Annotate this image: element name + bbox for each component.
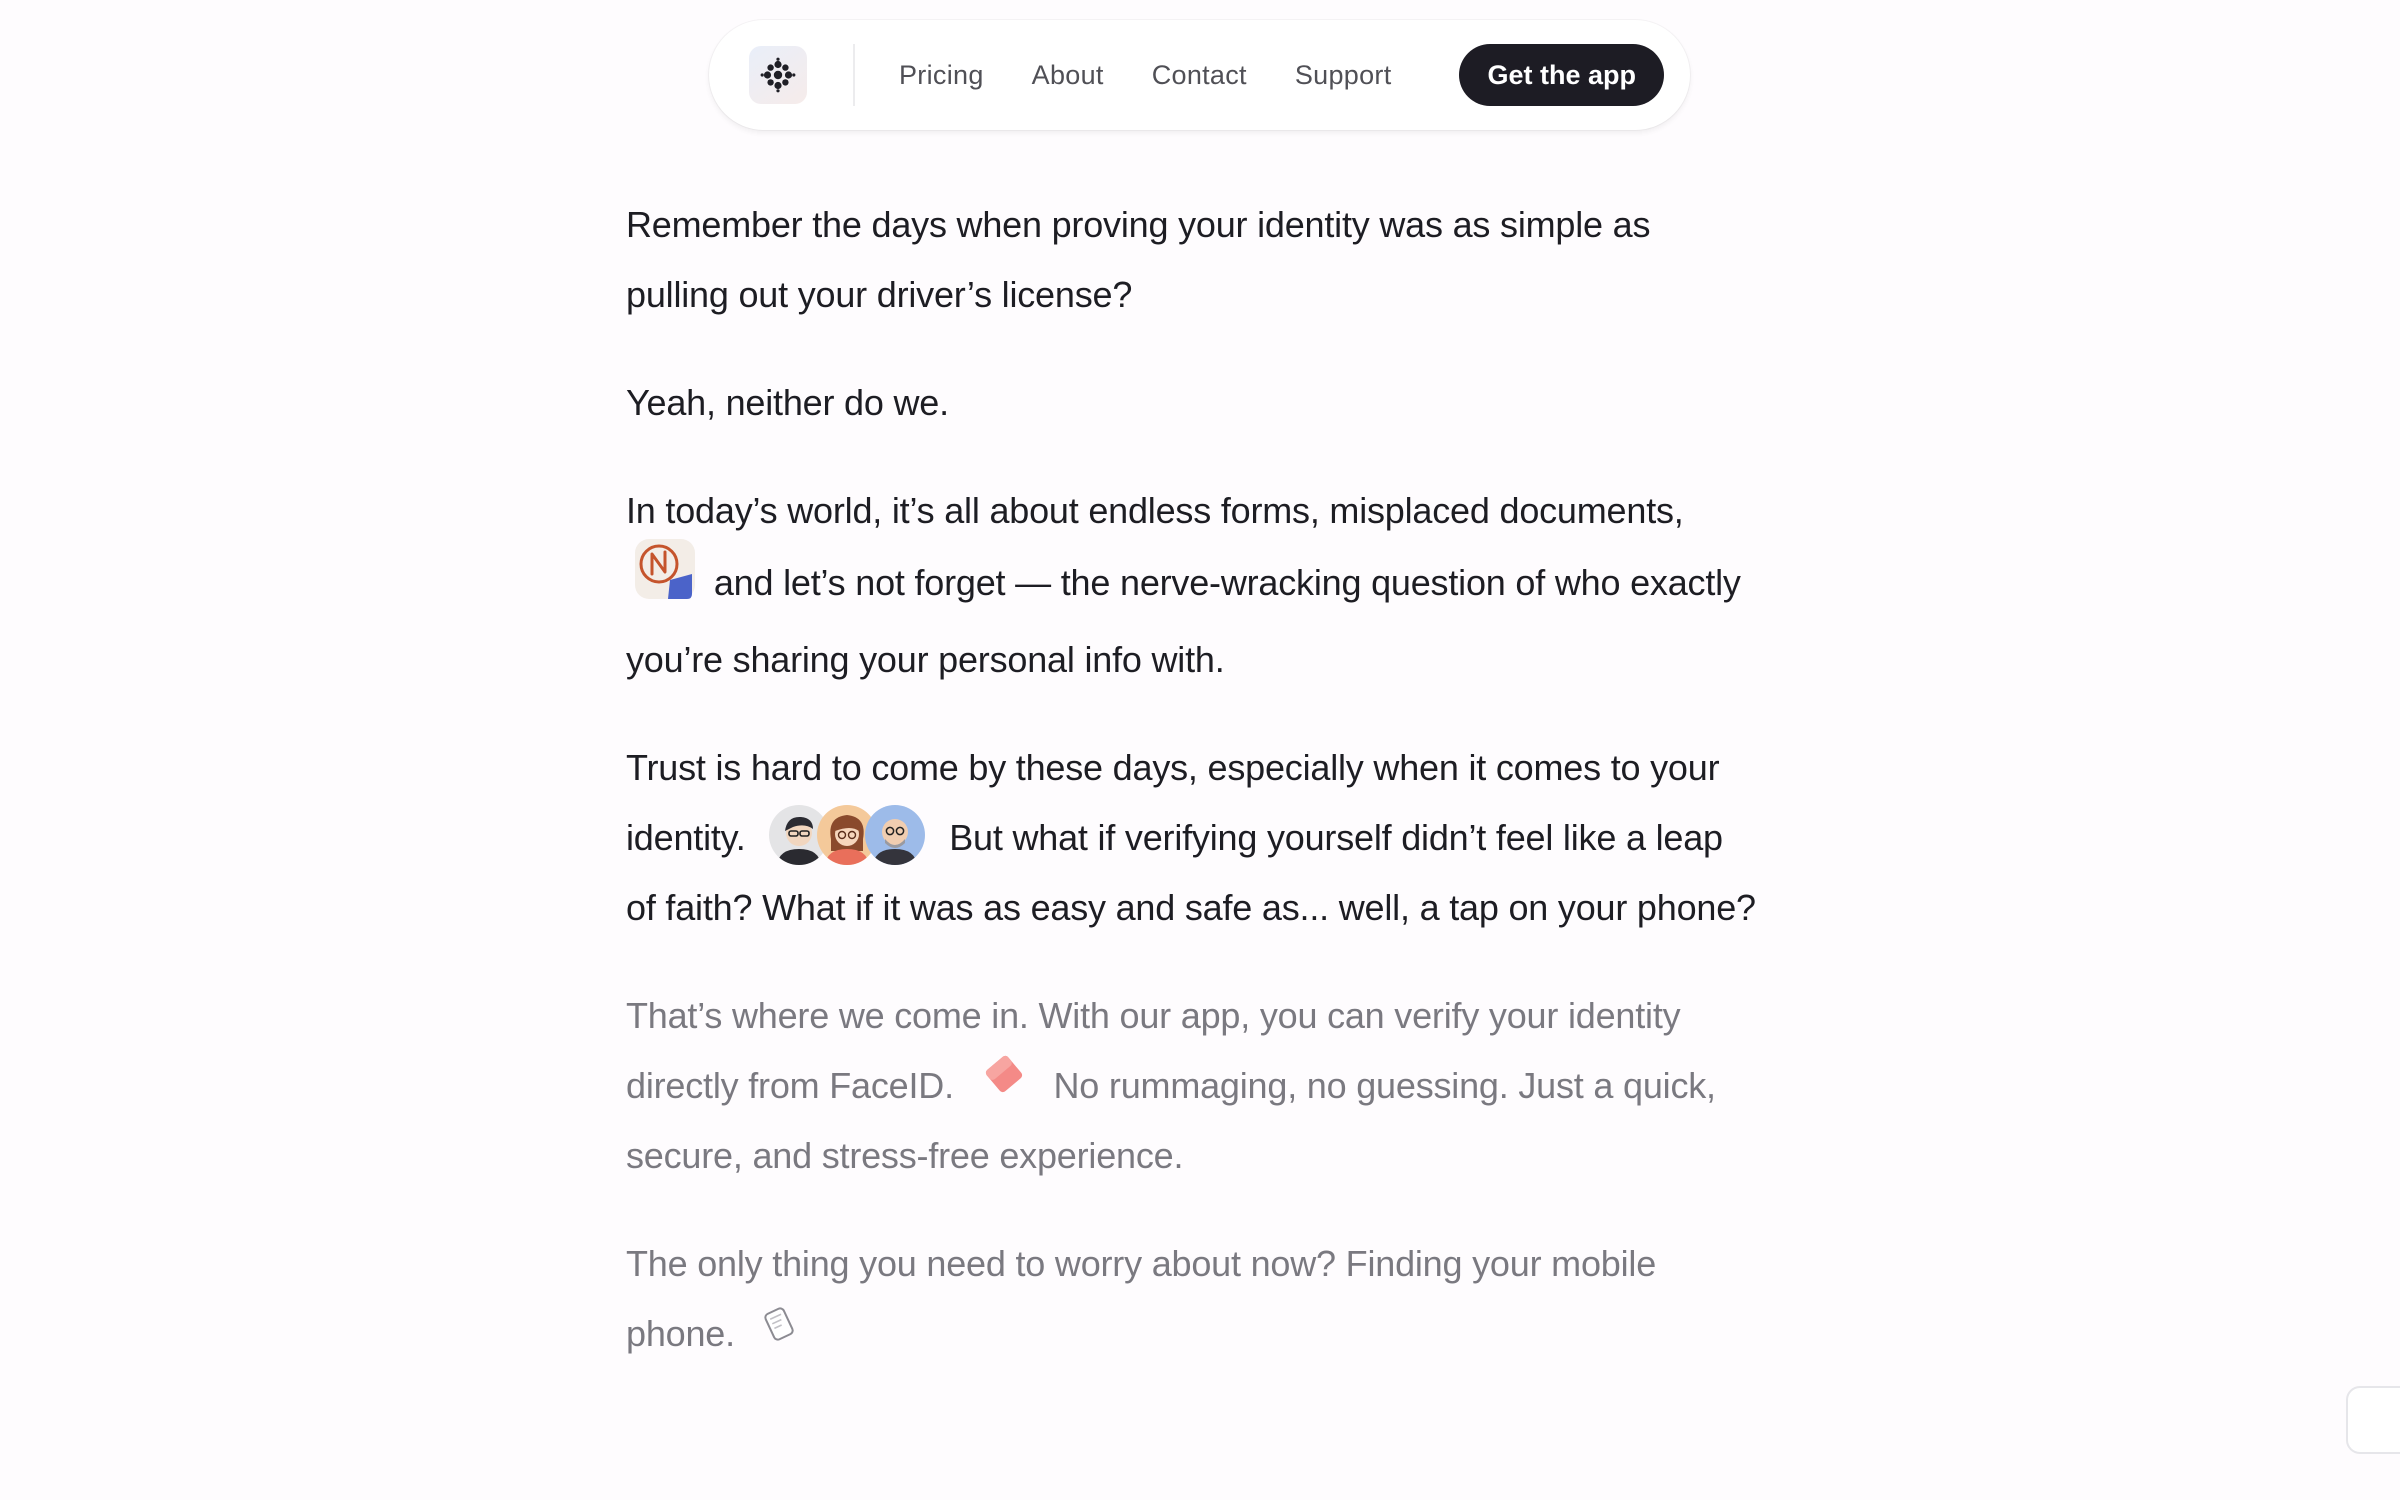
nav-link-contact[interactable]: Contact xyxy=(1152,60,1247,91)
corner-widget-button[interactable] xyxy=(2346,1386,2400,1454)
top-nav: Pricing About Contact Support Get the ap… xyxy=(709,20,1690,130)
flower-logo-icon[interactable] xyxy=(749,46,807,104)
eraser-icon xyxy=(982,1049,1026,1119)
paragraph-forms-text-end: and let’s not forget — the nerve-wrackin… xyxy=(626,562,1741,680)
avatar-group xyxy=(769,805,926,866)
nav-link-about[interactable]: About xyxy=(1032,60,1104,91)
get-the-app-button[interactable]: Get the app xyxy=(1459,44,1664,106)
paragraph-forms: In today’s world, it’s all about endless… xyxy=(626,476,1761,695)
paragraph-trust: Trust is hard to come by these days, esp… xyxy=(626,733,1761,943)
paragraph-forms-text-start: In today’s world, it’s all about endless… xyxy=(626,490,1684,531)
nav-links: Pricing About Contact Support xyxy=(899,60,1459,91)
page: Pricing About Contact Support Get the ap… xyxy=(0,0,2400,1500)
nav-divider xyxy=(853,44,855,106)
article-body: Remember the days when proving your iden… xyxy=(626,190,1761,1407)
scribble-sticker-icon xyxy=(632,536,698,625)
paragraph-neither: Yeah, neither do we. xyxy=(626,382,949,423)
nav-link-support[interactable]: Support xyxy=(1295,60,1392,91)
paragraph-phone: The only thing you need to worry about n… xyxy=(626,1229,1761,1369)
paragraph-faceid: That’s where we come in. With our app, y… xyxy=(626,981,1761,1191)
nav-link-pricing[interactable]: Pricing xyxy=(899,60,984,91)
avatar-bald-man-icon xyxy=(865,805,926,866)
paper-phone-icon xyxy=(759,1297,799,1367)
paragraph-intro: Remember the days when proving your iden… xyxy=(626,204,1651,315)
